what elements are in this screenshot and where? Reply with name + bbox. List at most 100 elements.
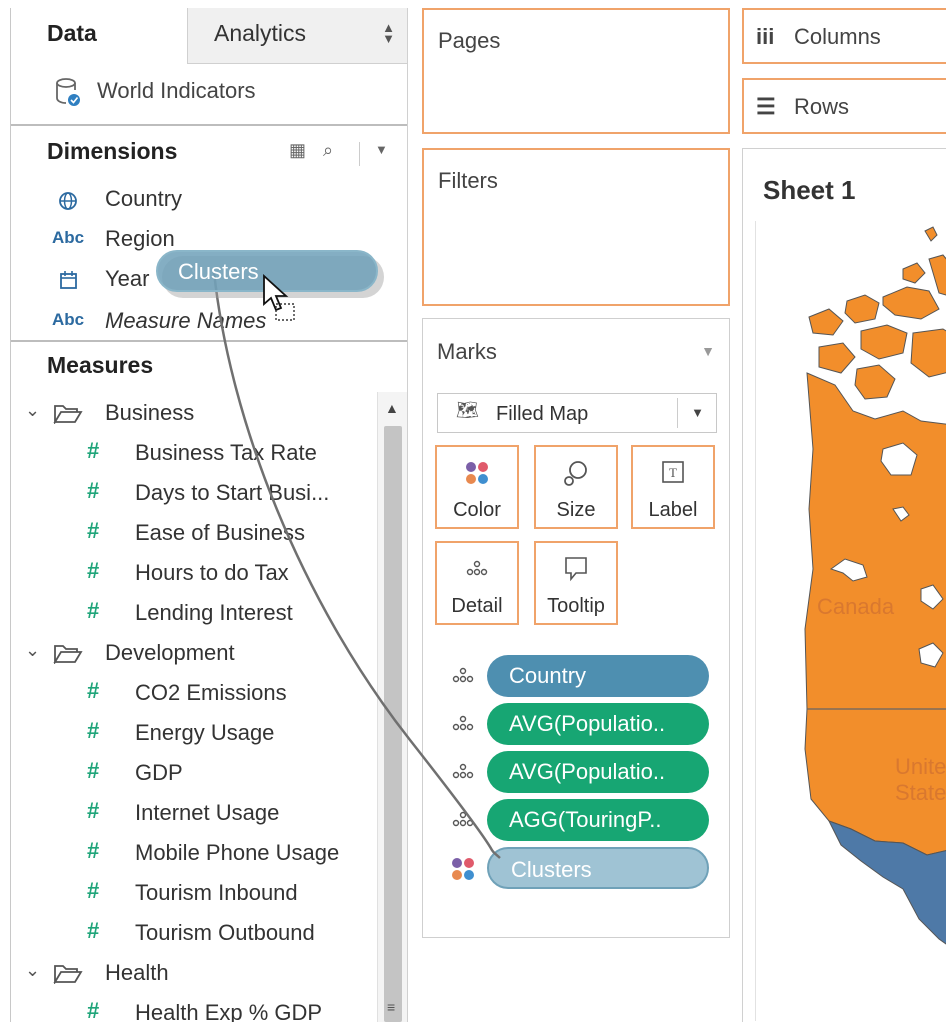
measure-item[interactable]: # Lending Interest — [87, 598, 377, 634]
view-list-icon[interactable]: ▦ — [289, 140, 306, 161]
measure-item[interactable]: # Health Exp % GDP — [87, 998, 377, 1022]
toolbar-divider — [359, 142, 360, 166]
columns-shelf[interactable]: iii Columns — [742, 8, 946, 64]
color-button[interactable]: Color — [435, 445, 519, 529]
datasource-row[interactable]: World Indicators — [11, 64, 407, 126]
marks-pill-row[interactable]: Clusters — [447, 847, 717, 889]
measure-label: GDP — [135, 760, 183, 785]
dimension-country[interactable]: Country — [51, 184, 391, 220]
pages-shelf[interactable]: Pages — [422, 8, 730, 134]
measure-label: Lending Interest — [135, 600, 293, 625]
map-region-canada-islands — [808, 226, 946, 400]
tooltip-button-label: Tooltip — [547, 595, 605, 617]
size-button[interactable]: Size — [534, 445, 618, 529]
folder-health[interactable]: ⌄ Health — [25, 958, 375, 994]
svg-text:T: T — [669, 465, 677, 480]
measure-item[interactable]: # Internet Usage — [87, 798, 377, 834]
folder-business[interactable]: ⌄ Business — [25, 398, 375, 434]
rows-shelf[interactable]: ☰ Rows — [742, 78, 946, 134]
country-pill[interactable]: Country — [487, 655, 709, 697]
measure-item[interactable]: # Hours to do Tax — [87, 558, 377, 594]
datasource-label: World Indicators — [97, 78, 256, 103]
marks-pill-row[interactable]: AVG(Populatio.. — [447, 751, 717, 793]
measure-label: Ease of Business — [135, 520, 305, 545]
marks-title: Marks — [437, 339, 497, 364]
abc-icon: Abc — [51, 310, 85, 329]
measure-label: Hours to do Tax — [135, 560, 289, 585]
chevron-down-icon[interactable]: ⌄ — [25, 400, 40, 421]
database-icon — [56, 78, 80, 106]
menu-dropdown-icon[interactable]: ▼ — [375, 142, 388, 157]
measure-item[interactable]: # Tourism Inbound — [87, 878, 377, 914]
measure-item[interactable]: # Mobile Phone Usage — [87, 838, 377, 874]
label-icon: T — [662, 461, 684, 483]
chevron-down-icon[interactable]: ⌄ — [25, 640, 40, 661]
measure-label: Business Tax Rate — [135, 440, 317, 465]
marks-pill-row[interactable]: AVG(Populatio.. — [447, 703, 717, 745]
marks-menu-icon[interactable]: ▼ — [701, 343, 715, 359]
rows-shelf-label: Rows — [794, 94, 850, 119]
search-icon[interactable]: ⌕ — [323, 140, 333, 161]
tab-switch-icon[interactable]: ▲ ▼ — [382, 21, 395, 45]
scroll-up-icon[interactable]: ▲ — [385, 400, 399, 416]
grip-icon: ≡ — [387, 999, 396, 1015]
folder-development[interactable]: ⌄ Development — [25, 638, 375, 674]
agg-touring-pill[interactable]: AGG(TouringP.. — [487, 799, 709, 841]
rows-icon: ☰ — [756, 94, 776, 119]
measure-item[interactable]: # Days to Start Busi... — [87, 478, 377, 514]
measure-label: Health Exp % GDP — [135, 1000, 323, 1022]
map-label-canada: Canada — [817, 594, 895, 619]
measure-hash-icon: # — [87, 838, 100, 863]
tooltip-icon — [565, 557, 587, 582]
measure-hash-icon: # — [87, 678, 100, 703]
clusters-pill[interactable]: Clusters — [487, 847, 709, 889]
filters-shelf-label: Filters — [438, 168, 498, 193]
measure-item[interactable]: # CO2 Emissions — [87, 678, 377, 714]
label-button[interactable]: T Label — [631, 445, 715, 529]
measures-scrollbar[interactable]: ▲ ≡ — [377, 392, 407, 1022]
size-button-label: Size — [556, 499, 596, 521]
measure-label: Mobile Phone Usage — [135, 840, 340, 865]
folder-icon — [53, 405, 83, 424]
tooltip-button[interactable]: Tooltip — [534, 541, 618, 625]
detail-icon — [452, 715, 474, 731]
measure-hash-icon: # — [87, 878, 100, 903]
avg-population-pill[interactable]: AVG(Populatio.. — [487, 751, 709, 793]
measure-item[interactable]: # GDP — [87, 758, 377, 794]
map-label-states: State — [895, 780, 946, 805]
data-pane: Data Analytics ▲ ▼ World Indicators Dimen… — [10, 8, 408, 1022]
marks-pill-row[interactable]: Country — [447, 655, 717, 697]
chevron-down-icon[interactable]: ▼ — [691, 405, 704, 420]
measure-item[interactable]: # Business Tax Rate — [87, 438, 377, 474]
marks-pill-row[interactable]: AGG(TouringP.. — [447, 799, 717, 841]
measure-hash-icon: # — [87, 918, 100, 943]
tab-analytics[interactable]: Analytics ▲ ▼ — [187, 8, 407, 64]
measure-hash-icon: # — [87, 598, 100, 623]
chevron-down-icon[interactable]: ⌄ — [25, 960, 40, 981]
mark-type-dropdown[interactable]: 🗺 Filled Map ▼ — [437, 393, 717, 433]
avg-population-pill[interactable]: AVG(Populatio.. — [487, 703, 709, 745]
measure-item[interactable]: # Ease of Business — [87, 518, 377, 554]
measure-item[interactable]: # Tourism Outbound — [87, 918, 377, 954]
measures-tree: ⌄ Business # Business Tax Rate # Days to S… — [11, 392, 377, 1022]
pages-shelf-label: Pages — [438, 28, 501, 53]
detail-button[interactable]: Detail — [435, 541, 519, 625]
folder-label: Business — [105, 400, 195, 425]
folder-icon — [53, 645, 83, 664]
dimension-measure-names[interactable]: Abc Measure Names — [51, 306, 391, 342]
map-label-united: Unite — [895, 754, 946, 779]
tab-data[interactable]: Data — [11, 8, 187, 64]
measure-hash-icon: # — [87, 798, 100, 823]
mark-type-label: Filled Map — [496, 403, 589, 425]
measure-hash-icon: # — [87, 558, 100, 583]
scroll-thumb[interactable]: ≡ — [384, 426, 402, 1022]
dimension-label: Measure Names — [105, 308, 267, 333]
folder-icon — [53, 965, 83, 984]
color-icon — [466, 462, 488, 484]
filled-map[interactable] — [743, 149, 946, 1022]
worksheet-view[interactable]: Sheet 1 Canada Unite State — [742, 148, 946, 1022]
filters-shelf[interactable]: Filters — [422, 148, 730, 306]
measure-label: Energy Usage — [135, 720, 275, 745]
abc-icon: Abc — [51, 228, 85, 247]
measure-item[interactable]: # Energy Usage — [87, 718, 377, 754]
